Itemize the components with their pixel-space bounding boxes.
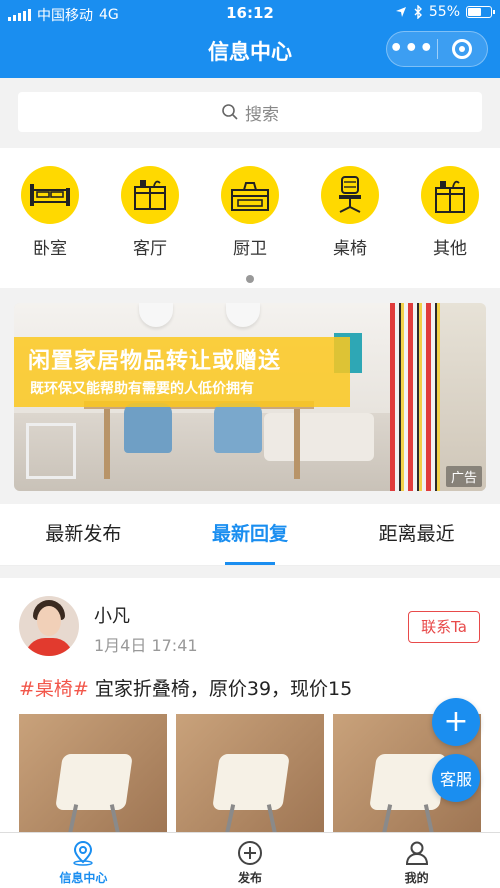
tab-latest-replies[interactable]: 最新回复 [167, 504, 334, 565]
category-label: 桌椅 [333, 239, 367, 259]
category-label: 客厅 [133, 239, 167, 259]
bluetooth-icon [414, 5, 422, 19]
top-bar: 中国移动 4G 16:12 55% 信息中心 ••• [0, 0, 500, 78]
search-icon [222, 104, 238, 120]
banner-photo-sofa [264, 413, 374, 461]
category-living-room[interactable]: 客厅 [110, 166, 190, 259]
search-area: 搜索 [0, 78, 500, 148]
ad-badge: 广告 [445, 466, 482, 487]
cabinet-icon [121, 166, 179, 224]
post-card[interactable]: 小凡 1月4日 17:41 联系Ta #桌椅# 宜家折叠椅，原价39，现价15 [0, 578, 500, 832]
banner-photo-curtain [390, 303, 440, 491]
tab-latest-posts[interactable]: 最新发布 [0, 504, 167, 565]
location-arrow-icon [395, 7, 406, 17]
customer-service-button[interactable]: 客服 [432, 754, 480, 802]
banner-photo-sideboard [440, 303, 486, 491]
battery-icon [466, 6, 495, 18]
post-time: 1月4日 17:41 [94, 636, 198, 655]
more-dots-icon[interactable]: ••• [387, 38, 437, 60]
post-tag[interactable]: #桌椅# [19, 678, 89, 700]
nav-label: 信息中心 [59, 871, 108, 885]
banner-section: 闲置家居物品转让或赠送 既环保又能帮助有需要的人低价拥有 广告 [0, 288, 500, 504]
category-label: 卧室 [33, 239, 67, 259]
nav-item-publish[interactable]: 发布 [167, 833, 334, 888]
contact-button[interactable]: 联系Ta [408, 611, 480, 643]
banner-photo-shelf [26, 423, 76, 479]
nav-item-info-center[interactable]: 信息中心 [0, 833, 167, 888]
mini-program-capsule: ••• [386, 31, 488, 67]
pager-dot[interactable] [246, 275, 254, 283]
banner-photo-chair [124, 403, 172, 453]
nav-label: 我的 [404, 871, 429, 885]
tab-nearest[interactable]: 距离最近 [333, 504, 500, 565]
post-photo[interactable] [19, 714, 167, 832]
post-body: 宜家折叠椅，原价39，现价15 [88, 678, 353, 700]
office-chair-icon [321, 166, 379, 224]
category-bedroom[interactable]: 卧室 [10, 166, 90, 259]
user-icon [333, 839, 500, 867]
banner-photo-chair [214, 403, 262, 453]
bed-icon [21, 166, 79, 224]
search-input[interactable]: 搜索 [18, 92, 482, 132]
nav-item-mine[interactable]: 我的 [333, 833, 500, 888]
category-label: 厨卫 [233, 239, 267, 259]
category-kitchen-bath[interactable]: 厨卫 [210, 166, 290, 259]
category-other[interactable]: 其他 [410, 166, 490, 259]
post-username[interactable]: 小凡 [94, 602, 130, 628]
nav-label: 发布 [238, 871, 263, 885]
banner-photo-table-leg [294, 409, 300, 479]
ad-banner[interactable]: 闲置家居物品转让或赠送 既环保又能帮助有需要的人低价拥有 广告 [14, 303, 486, 491]
avatar[interactable] [19, 596, 79, 656]
feed-tabs: 最新发布 最新回复 距离最近 [0, 504, 500, 566]
target-circle-icon [452, 39, 473, 59]
category-label: 其他 [433, 239, 467, 259]
location-pin-icon [0, 839, 167, 867]
cupboard-icon [421, 166, 479, 224]
add-post-button[interactable]: + [432, 698, 480, 746]
kitchen-icon [221, 166, 279, 224]
banner-subtitle: 既环保又能帮助有需要的人低价拥有 [30, 381, 254, 397]
banner-title: 闲置家居物品转让或赠送 [28, 349, 282, 374]
category-desk-chair[interactable]: 桌椅 [310, 166, 390, 259]
bottom-nav: 信息中心 发布 我的 [0, 832, 500, 888]
status-bar: 中国移动 4G 16:12 55% [0, 0, 500, 26]
plus-circle-icon [167, 839, 334, 867]
category-grid: 卧室 客厅 厨卫 桌椅 其他 [0, 148, 500, 288]
battery-percent: 55% [428, 4, 460, 20]
post-photo[interactable] [176, 714, 324, 832]
post-text: #桌椅# 宜家折叠椅，原价39，现价15 [19, 674, 352, 701]
search-placeholder: 搜索 [245, 104, 279, 125]
close-button[interactable] [437, 39, 487, 59]
banner-photo-table-leg [104, 409, 110, 479]
